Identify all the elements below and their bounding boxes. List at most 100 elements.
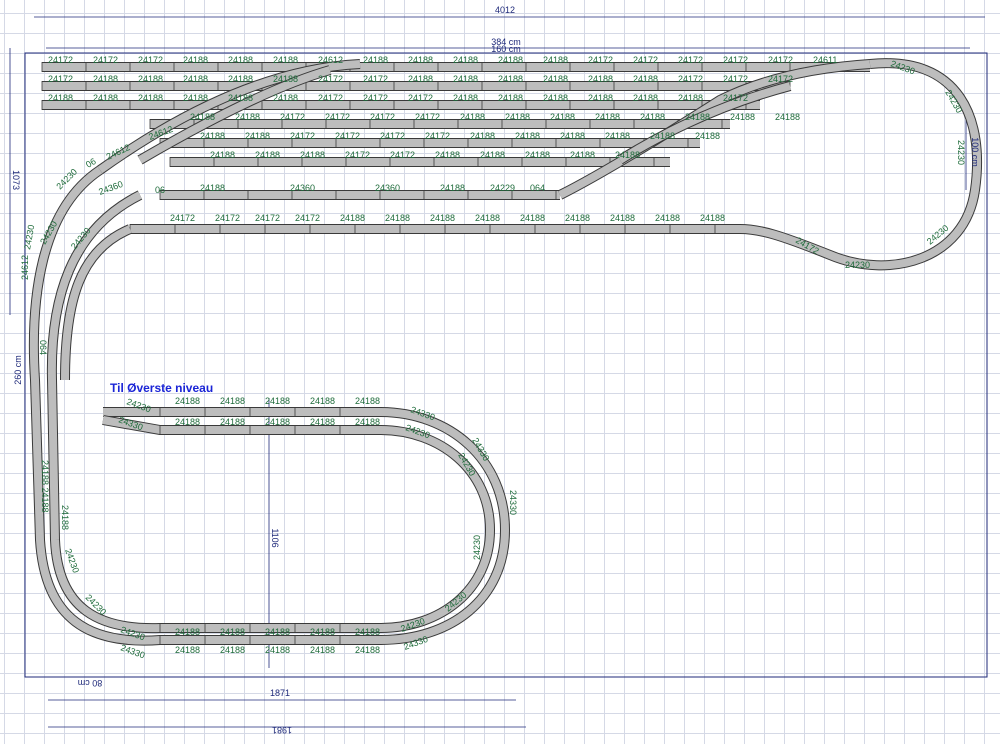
- yard-piece-label: 24188: [470, 131, 495, 141]
- dim-bottom-span: 1871: [270, 688, 290, 698]
- helix-piece-label: 24188: [310, 645, 335, 655]
- dim-board-width-2: 160 cm: [491, 44, 521, 54]
- yard-piece-label: 24188: [595, 112, 620, 122]
- yard-piece-label: 24188: [273, 55, 298, 65]
- loop-piece-label: 24230: [845, 260, 870, 270]
- yard-piece-label: 24172: [723, 55, 748, 65]
- yard-piece-label: 24188: [543, 93, 568, 103]
- yard-piece-label: 24188: [615, 150, 640, 160]
- dim-right-depth: 100 cm: [970, 137, 980, 167]
- dim-depth-bottom: 80 cm: [78, 678, 103, 688]
- mainline-piece-label: 24172: [295, 213, 320, 223]
- yard-piece-label: 24188: [605, 131, 630, 141]
- yard-piece-label: 24188: [210, 150, 235, 160]
- helix-piece-label: 24188: [310, 417, 335, 427]
- helix-piece-label: 24188: [175, 645, 200, 655]
- yard-piece-label: 24172: [768, 55, 793, 65]
- yard-piece-label: 24172: [363, 93, 388, 103]
- helix-piece-label: 24188: [220, 645, 245, 655]
- helix-piece-label: 24360: [97, 179, 124, 197]
- yard-piece-label: 24172: [723, 74, 748, 84]
- helix-piece-label: 24188: [175, 417, 200, 427]
- yard-piece-label: 24188: [560, 131, 585, 141]
- mainline-piece-label: 24188: [655, 213, 680, 223]
- helix-piece-label: 24188: [355, 396, 380, 406]
- helix-piece-label: 24188: [310, 396, 335, 406]
- yard-piece-label: 24172: [588, 55, 613, 65]
- dim-inner-height: 1106: [270, 528, 280, 547]
- yard-piece-label: 24172: [390, 150, 415, 160]
- mainline-piece-label: 24229: [490, 183, 515, 193]
- mainline-piece-label: 24188: [440, 183, 465, 193]
- yard-piece-label: 24172: [280, 112, 305, 122]
- yard-piece-label: 24188: [525, 150, 550, 160]
- yard-piece-label: 24172: [93, 55, 118, 65]
- yard-piece-label: 24188: [543, 55, 568, 65]
- helix-piece-label: 24188: [175, 396, 200, 406]
- helix-piece-label: 24188: [220, 396, 245, 406]
- yard-piece-label: 24188: [435, 150, 460, 160]
- yard-piece-label: 24188: [183, 74, 208, 84]
- yard-piece-label: 24188: [93, 93, 118, 103]
- yard-piece-label: 24188: [235, 112, 260, 122]
- yard-piece-label: 24188: [633, 74, 658, 84]
- yard-piece-label: 24188: [498, 55, 523, 65]
- helix-piece-label: 064: [38, 340, 48, 355]
- yard-piece-label: 24188: [685, 112, 710, 122]
- mainline-piece-label: 064: [530, 183, 545, 193]
- mainline-piece-label: 24172: [170, 213, 195, 223]
- yard-piece-label: 24172: [138, 55, 163, 65]
- yard-piece-label: 24188: [273, 74, 298, 84]
- yard-piece-label: 24172: [678, 74, 703, 84]
- yard-piece-label: 24188: [678, 93, 703, 103]
- yard-piece-label: 24188: [453, 93, 478, 103]
- mainline-piece-label: 24188: [520, 213, 545, 223]
- yard-piece-label: 24172: [325, 112, 350, 122]
- helix-piece-label: 24230: [472, 535, 482, 560]
- yard-piece-label: 24172: [345, 150, 370, 160]
- level-title: Til Øverste niveau: [110, 381, 213, 395]
- yard-piece-label: 24612: [318, 55, 343, 65]
- helix-piece-label: 06: [155, 185, 165, 195]
- helix-piece-label: 24188 24188: [40, 460, 50, 513]
- yard-piece-label: 24188: [730, 112, 755, 122]
- mainline-piece-label: 24188: [700, 213, 725, 223]
- yard-piece-label: 24188: [498, 93, 523, 103]
- helix-piece-label: 24612: [20, 255, 30, 280]
- yard-piece-label: 24188: [138, 74, 163, 84]
- mainline-piece-label: 24360: [290, 183, 315, 193]
- yard-piece-label: 24188: [570, 150, 595, 160]
- helix-piece-label: 24330: [508, 490, 518, 515]
- mainline-piece-label: 24188: [610, 213, 635, 223]
- yard-piece-label: 24188: [228, 74, 253, 84]
- yard-piece-label: 24172: [48, 74, 73, 84]
- loop-piece-label: 24230: [956, 140, 966, 165]
- yard-piece-label: 24172: [415, 112, 440, 122]
- yard-piece-label: 24188: [93, 74, 118, 84]
- yard-piece-label: 24172: [380, 131, 405, 141]
- yard-piece-label: 24188: [228, 55, 253, 65]
- helix-piece-label: 24188: [220, 627, 245, 637]
- yard-piece-label: 24188: [550, 112, 575, 122]
- yard-piece-label: 24172: [290, 131, 315, 141]
- yard-piece-label: 24172: [408, 93, 433, 103]
- helix-piece-label: 24188: [220, 417, 245, 427]
- yard-piece-label: 24188: [183, 55, 208, 65]
- yard-piece-label: 24172: [318, 74, 343, 84]
- helix-piece-label: 24230: [22, 224, 36, 250]
- yard-piece-label: 24188: [633, 93, 658, 103]
- yard-piece-label: 24172: [768, 74, 793, 84]
- yard-piece-label: 24188: [588, 74, 613, 84]
- yard-piece-label: 24172: [370, 112, 395, 122]
- helix-piece-label: 24188: [265, 417, 290, 427]
- yard-piece-label: 24188: [460, 112, 485, 122]
- yard-piece-label: 24172: [48, 55, 73, 65]
- loop-piece-label: 24172: [794, 235, 821, 256]
- helix-piece-label: 24230: [63, 547, 81, 574]
- yard-piece-label: 24172: [318, 93, 343, 103]
- yard-piece-label: 24188: [245, 131, 270, 141]
- yard-piece-label: 24172: [723, 93, 748, 103]
- helix-piece-label: 24188: [265, 645, 290, 655]
- helix-piece-label: 24188: [355, 417, 380, 427]
- mainline-piece-label: 24188: [385, 213, 410, 223]
